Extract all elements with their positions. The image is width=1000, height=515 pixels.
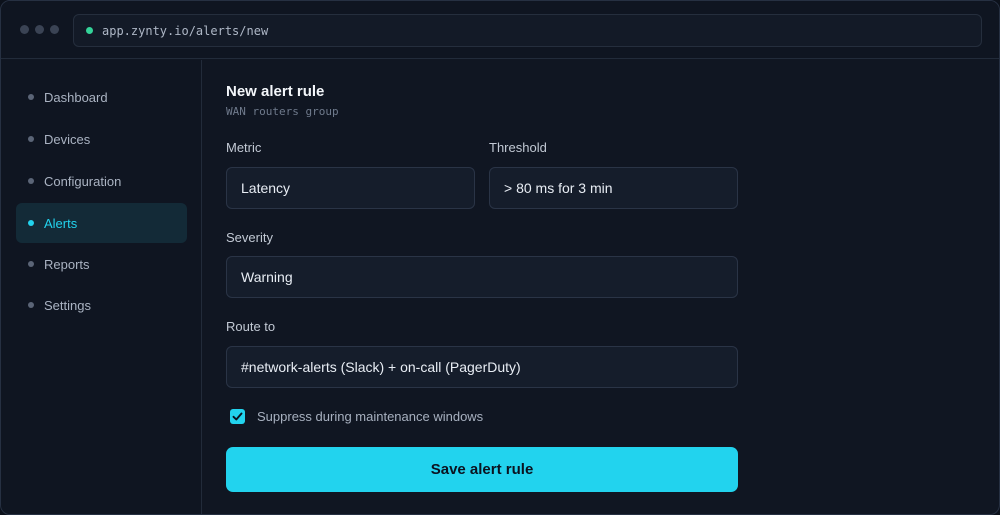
sidebar-item-label: Devices: [44, 131, 91, 147]
bullet-icon: [28, 220, 34, 226]
threshold-label: Threshold: [489, 140, 547, 155]
sidebar-item-label: Configuration: [44, 173, 122, 189]
connection-status-icon: [86, 27, 93, 34]
bullet-icon: [28, 94, 34, 100]
window-controls: [20, 25, 59, 34]
sidebar-item-label: Alerts: [44, 215, 78, 231]
address-bar[interactable]: app.zynty.io/alerts/new: [73, 14, 982, 47]
sidebar: Dashboard Devices Configuration Alerts R…: [1, 60, 202, 514]
browser-toolbar: app.zynty.io/alerts/new: [1, 1, 999, 59]
sidebar-item-settings[interactable]: Settings: [16, 285, 187, 325]
bullet-icon: [28, 178, 34, 184]
threshold-field[interactable]: > 80 ms for 3 min: [489, 167, 738, 209]
bullet-icon: [28, 136, 34, 142]
route-value: #network-alerts (Slack) + on-call (Pager…: [241, 359, 521, 375]
metric-label: Metric: [226, 140, 262, 155]
sidebar-item-dashboard[interactable]: Dashboard: [16, 77, 187, 117]
page-title: New alert rule: [226, 83, 325, 100]
maximize-window-dot[interactable]: [50, 25, 59, 34]
sidebar-item-label: Reports: [44, 256, 90, 272]
suppress-checkbox[interactable]: [230, 409, 245, 424]
suppress-label[interactable]: Suppress during maintenance windows: [257, 409, 483, 424]
sidebar-item-alerts[interactable]: Alerts: [16, 203, 187, 243]
close-window-dot[interactable]: [20, 25, 29, 34]
metric-value: Latency: [241, 180, 291, 196]
save-alert-rule-button[interactable]: Save alert rule: [226, 447, 738, 492]
app-window: app.zynty.io/alerts/new Dashboard Device…: [0, 0, 1000, 515]
route-field[interactable]: #network-alerts (Slack) + on-call (Pager…: [226, 346, 738, 388]
route-label: Route to: [226, 319, 276, 334]
bullet-icon: [28, 302, 34, 308]
severity-value: Warning: [241, 269, 293, 285]
url-text[interactable]: app.zynty.io/alerts/new: [102, 24, 268, 38]
sidebar-item-label: Dashboard: [44, 89, 108, 105]
bullet-icon: [28, 261, 34, 267]
alert-rule-form: New alert rule WAN routers group Metric …: [203, 60, 999, 514]
minimize-window-dot[interactable]: [35, 25, 44, 34]
sidebar-item-configuration[interactable]: Configuration: [16, 161, 187, 201]
severity-label: Severity: [226, 230, 273, 245]
page-subtitle: WAN routers group: [226, 105, 339, 118]
threshold-value: > 80 ms for 3 min: [504, 180, 613, 196]
sidebar-item-devices[interactable]: Devices: [16, 119, 187, 159]
metric-field[interactable]: Latency: [226, 167, 475, 209]
checkmark-icon: [232, 412, 243, 421]
sidebar-item-label: Settings: [44, 297, 91, 313]
sidebar-item-reports[interactable]: Reports: [16, 244, 187, 284]
severity-field[interactable]: Warning: [226, 256, 738, 298]
